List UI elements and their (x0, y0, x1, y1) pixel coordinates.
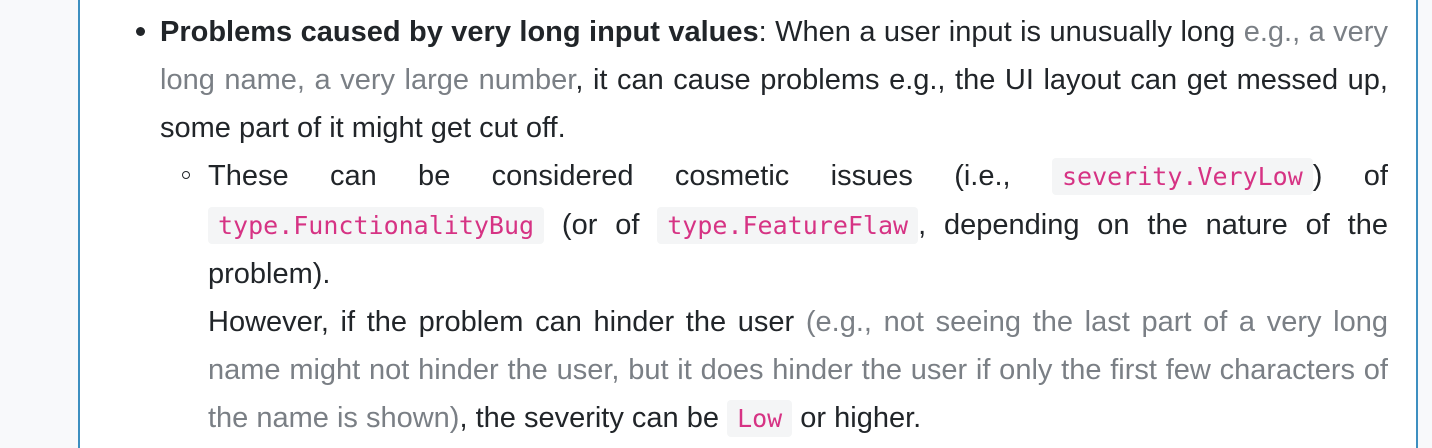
sub-text-a: These can be considered cosmetic issues … (208, 160, 1052, 192)
sub-list-item-cosmetic: These can be considered cosmetic issues … (182, 152, 1388, 443)
code-severity-verylow: severity.VeryLow (1051, 158, 1313, 195)
bullet-list: Problems caused by very long input value… (136, 8, 1388, 443)
bullet-circle-icon (182, 171, 190, 179)
sub-paragraph-however: However, if the problem can hinder the u… (208, 298, 1388, 443)
list-item-long-input: Problems caused by very long input value… (136, 8, 1388, 443)
code-type-featureflaw: type.FeatureFlaw (657, 207, 919, 244)
content-panel: Problems caused by very long input value… (78, 0, 1418, 448)
sub-text-b: ) of (1312, 160, 1388, 192)
item-text-a: When a user input is unusually long (766, 16, 1244, 48)
para2-text-c: or higher. (792, 402, 922, 434)
sub-bullet-list: These can be considered cosmetic issues … (160, 152, 1388, 443)
item-title: Problems caused by very long input value… (160, 16, 759, 48)
para2-text-b: , the severity can be (459, 402, 728, 434)
bullet-disc-icon (136, 27, 145, 36)
para2-text-a: However, if the problem can hinder the u… (208, 306, 806, 338)
code-type-functionalitybug: type.FunctionalityBug (208, 207, 545, 244)
code-low: Low (727, 400, 793, 437)
item-separator: : (758, 16, 767, 48)
sub-text-c: (or of (544, 209, 658, 241)
